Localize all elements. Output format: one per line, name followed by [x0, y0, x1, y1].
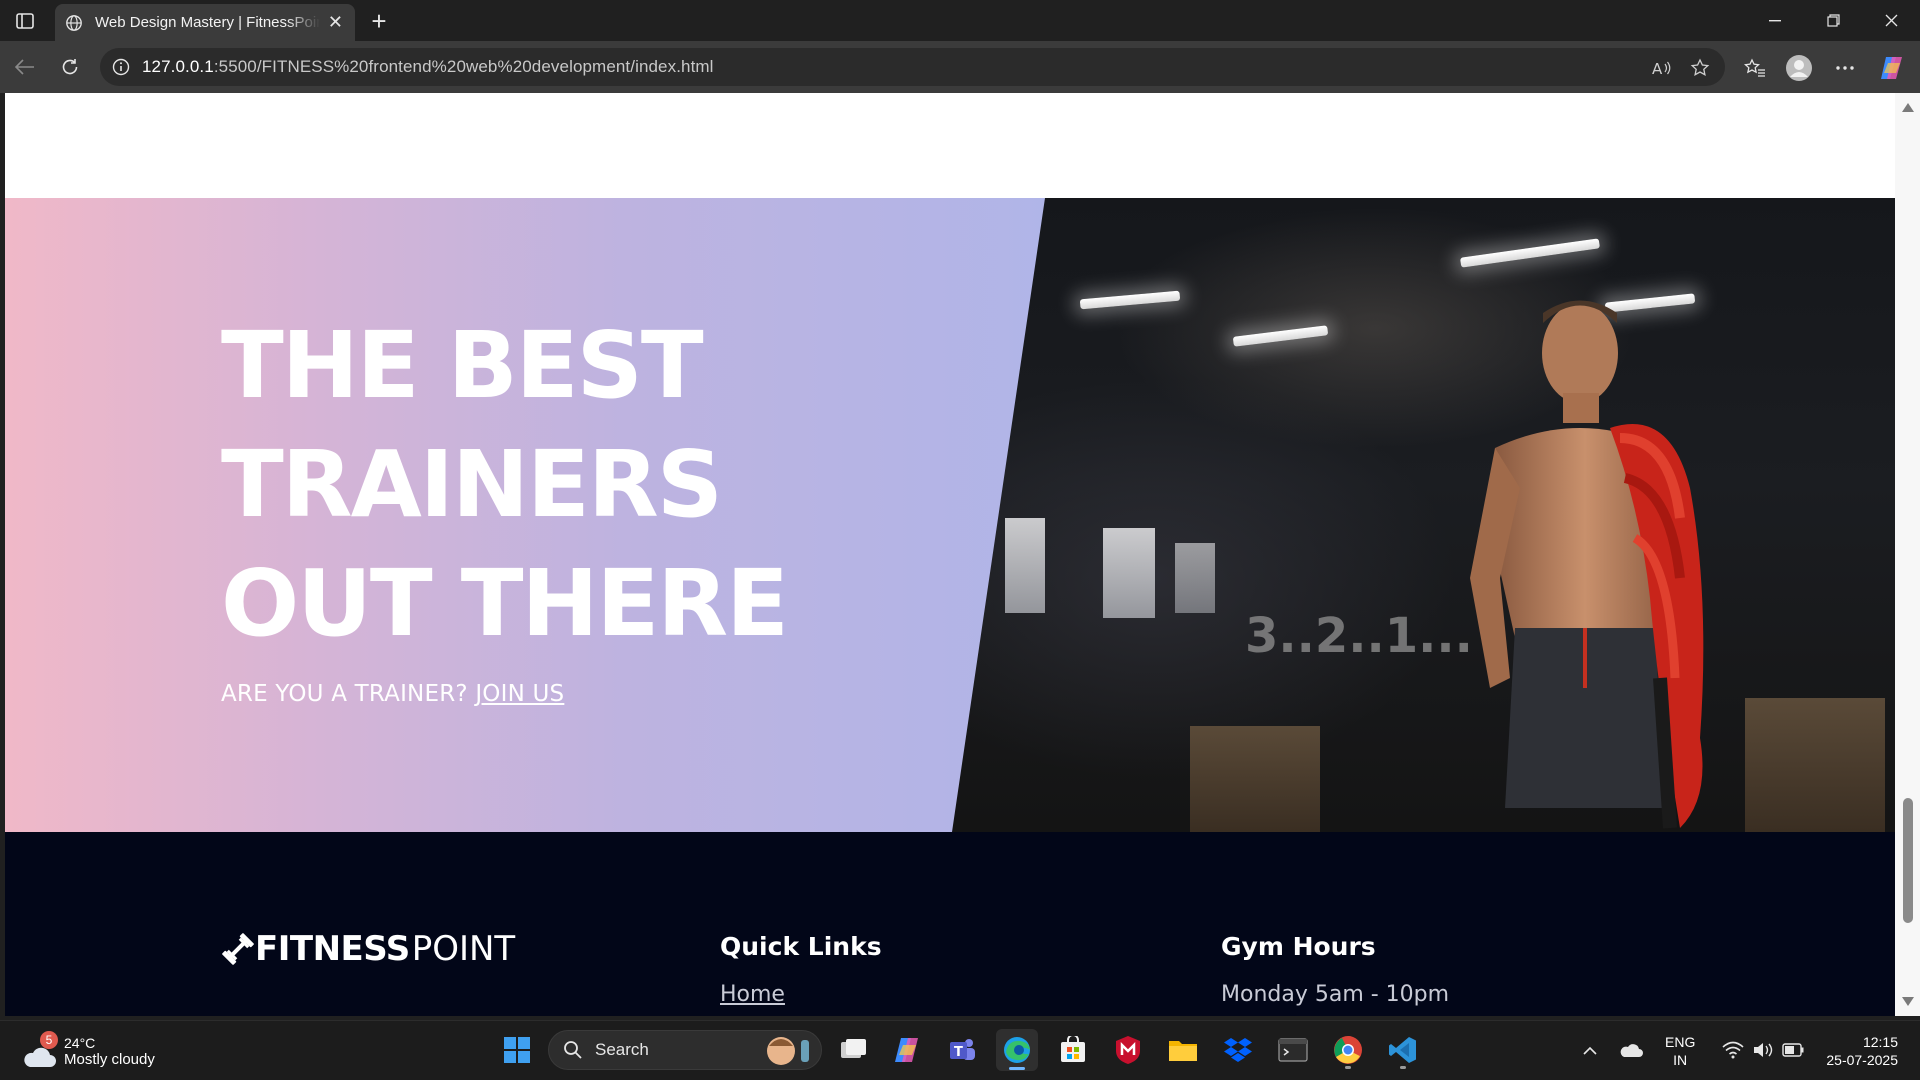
gym-window — [1175, 543, 1215, 613]
browser-tab-active[interactable]: Web Design Mastery | FitnessPoint ✕ — [55, 4, 355, 41]
favorite-star-icon[interactable] — [1688, 56, 1712, 80]
browser-toolbar: 127.0.0.1:5500/FITNESS%20frontend%20web%… — [0, 41, 1920, 93]
ceiling-light — [1232, 325, 1329, 347]
info-icon[interactable] — [112, 58, 130, 76]
page-scrollbar[interactable] — [1895, 93, 1920, 1016]
taskbar-search[interactable]: Search — [548, 1030, 822, 1070]
dropbox-icon[interactable] — [1217, 1029, 1259, 1071]
terminal-icon[interactable] — [1272, 1029, 1314, 1071]
taskbar-clock[interactable]: 12:15 25-07-2025 — [1812, 1033, 1898, 1069]
scroll-thumb[interactable] — [1903, 798, 1913, 923]
scroll-down-arrow-icon[interactable] — [1902, 997, 1914, 1006]
mcafee-icon[interactable] — [1107, 1029, 1149, 1071]
chrome-icon[interactable] — [1327, 1029, 1369, 1071]
search-label: Search — [595, 1040, 649, 1059]
search-icon — [564, 1041, 582, 1059]
plyo-box — [1190, 726, 1320, 832]
running-indicator — [1400, 1066, 1406, 1069]
logo-text-light: POINT — [411, 929, 516, 969]
search-highlight-icon — [767, 1037, 809, 1065]
windows-taskbar: 5 24°C Mostly cloudy Search T ENG IN 12:… — [0, 1020, 1920, 1080]
cta-text: ARE YOU A TRAINER? — [221, 681, 468, 707]
gym-window — [1005, 518, 1045, 613]
browser-titlebar: Web Design Mastery | FitnessPoint ✕ + — [0, 0, 1920, 41]
language-indicator[interactable]: ENG IN — [1665, 1033, 1695, 1069]
weather-widget[interactable]: 5 24°C Mostly cloudy — [22, 1031, 155, 1071]
teams-icon[interactable]: T — [941, 1029, 983, 1071]
tray-overflow-chevron-icon[interactable] — [1572, 1029, 1608, 1071]
read-aloud-icon[interactable]: A — [1650, 56, 1674, 80]
plyo-box — [1745, 698, 1885, 832]
headline-line: TRAINERS — [221, 431, 723, 538]
headline-line: OUT THERE — [221, 550, 789, 657]
join-us-link[interactable]: JOIN US — [475, 681, 564, 707]
scroll-up-arrow-icon[interactable] — [1902, 103, 1914, 112]
site-footer: FITNESS POINT Quick Links Home Gym Hours… — [5, 832, 1895, 1016]
page-viewport: 3..2..1... THE BEST TRAINERS OUT THERE A… — [5, 93, 1895, 1016]
edge-browser-icon[interactable] — [996, 1029, 1038, 1071]
onedrive-icon[interactable] — [1613, 1029, 1649, 1071]
weather-badge: 5 — [40, 1031, 58, 1049]
footer-logo[interactable]: FITNESS POINT — [221, 929, 515, 969]
logo-text-bold: FITNESS — [255, 929, 410, 969]
quick-settings[interactable] — [1711, 1029, 1815, 1071]
favorites-icon[interactable] — [1739, 52, 1771, 84]
vscode-icon[interactable] — [1382, 1029, 1424, 1071]
footer-link-home[interactable]: Home — [720, 982, 785, 1007]
file-explorer-icon[interactable] — [1162, 1029, 1204, 1071]
task-view-icon[interactable] — [832, 1029, 874, 1071]
tab-title: Web Design Mastery | FitnessPoint — [95, 14, 320, 31]
language-code: ENG — [1665, 1034, 1696, 1050]
windows-start-icon[interactable] — [496, 1029, 538, 1071]
profile-avatar-icon[interactable] — [1783, 52, 1815, 84]
gym-hours-item: Monday 5am - 10pm — [1221, 982, 1450, 1007]
region-code: IN — [1673, 1052, 1688, 1068]
clock-date: 25-07-2025 — [1826, 1052, 1898, 1068]
minimize-icon[interactable] — [1746, 0, 1804, 41]
weather-description: Mostly cloudy — [64, 1050, 155, 1068]
more-options-icon[interactable] — [1829, 52, 1861, 84]
trainer-cta: ARE YOU A TRAINER? JOIN US — [221, 681, 564, 707]
copilot-icon[interactable] — [1876, 52, 1908, 84]
tab-close-icon[interactable]: ✕ — [328, 13, 343, 31]
trainers-banner: 3..2..1... THE BEST TRAINERS OUT THERE A… — [5, 198, 1895, 832]
headline-line: THE BEST — [221, 312, 704, 419]
back-icon[interactable] — [10, 52, 40, 82]
active-indicator — [1009, 1067, 1025, 1070]
url-text: 127.0.0.1:5500/FITNESS%20frontend%20web%… — [142, 57, 714, 76]
trainer-figure — [1470, 300, 1704, 829]
running-indicator — [1345, 1066, 1351, 1069]
svg-text:T: T — [954, 1045, 963, 1060]
quick-links-title: Quick Links — [720, 932, 882, 961]
wifi-icon — [1722, 1041, 1744, 1059]
battery-icon — [1782, 1043, 1804, 1057]
hero-headline: THE BEST TRAINERS OUT THERE — [221, 306, 841, 663]
volume-icon — [1754, 1043, 1773, 1057]
clock-time: 12:15 — [1862, 1034, 1898, 1050]
copilot-taskbar-icon[interactable] — [886, 1029, 928, 1071]
weather-temperature: 24°C — [64, 1034, 96, 1051]
dumbbell-icon — [222, 933, 254, 965]
close-window-icon[interactable] — [1862, 0, 1920, 41]
gym-window — [1103, 528, 1155, 618]
svg-text:A: A — [1652, 60, 1663, 77]
ceiling-light — [1459, 238, 1601, 268]
globe-icon — [66, 14, 82, 31]
address-bar[interactable]: 127.0.0.1:5500/FITNESS%20frontend%20web%… — [100, 48, 1725, 86]
refresh-icon[interactable] — [55, 52, 85, 82]
restore-icon[interactable] — [1804, 0, 1862, 41]
gym-hours-title: Gym Hours — [1221, 932, 1376, 961]
new-tab-icon[interactable]: + — [364, 6, 394, 37]
tab-actions-icon[interactable] — [10, 8, 40, 34]
microsoft-store-icon[interactable] — [1052, 1029, 1094, 1071]
ceiling-light — [1079, 290, 1181, 310]
